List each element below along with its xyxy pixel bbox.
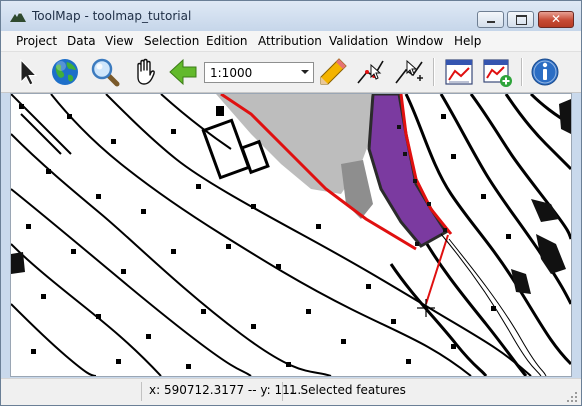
map-canvas[interactable] (10, 93, 572, 377)
modify-line-button[interactable] (393, 56, 425, 88)
contour-line (11, 303, 97, 376)
contour-line (11, 188, 252, 376)
rock-blob (511, 269, 531, 294)
menu-view[interactable]: View (105, 34, 133, 48)
menu-edition[interactable]: Edition (206, 34, 248, 48)
attribution-button[interactable] (443, 56, 475, 88)
selected-polygon (367, 94, 449, 248)
window-title: ToolMap - toolmap_tutorial (32, 9, 192, 23)
close-button[interactable]: ✕ (538, 11, 574, 28)
selection-count: 1 Selected features (289, 383, 406, 397)
resize-grip-icon[interactable] (567, 392, 578, 403)
attribution-icon (445, 59, 473, 85)
menu-validation[interactable]: Validation (329, 34, 388, 48)
rock-blob (559, 99, 571, 134)
rock-blob (11, 252, 25, 274)
minimize-button[interactable] (477, 11, 504, 28)
map-layer (11, 94, 571, 376)
edit-vertex-button[interactable] (355, 56, 387, 88)
chevron-down-icon (301, 70, 309, 74)
menu-attribution[interactable]: Attribution (258, 34, 322, 48)
previous-zoom-button[interactable] (167, 56, 199, 88)
river-line (440, 233, 542, 376)
application-window: ToolMap - toolmap_tutorial ✕ Project Dat… (0, 0, 582, 406)
scale-value: 1:1000 (210, 66, 253, 80)
add-attribution-button[interactable] (481, 56, 513, 88)
globe-icon (52, 59, 78, 85)
contour-line (160, 94, 232, 150)
scale-dropdown[interactable]: 1:1000 (204, 62, 314, 83)
relief-area (341, 160, 373, 219)
modify-line-icon (395, 59, 423, 84)
title-bar: ToolMap - toolmap_tutorial ✕ (1, 1, 581, 31)
add-attribution-icon (483, 59, 512, 87)
toolbar-separator (521, 58, 523, 86)
minimize-icon (487, 21, 495, 23)
edit-vertex-icon (357, 60, 384, 84)
contour-line (11, 133, 332, 376)
maximize-icon (516, 15, 527, 25)
maximize-button[interactable] (507, 11, 534, 28)
menu-window[interactable]: Window (396, 34, 443, 48)
menu-data[interactable]: Data (67, 34, 96, 48)
contour-line (20, 113, 62, 155)
contour-line (11, 243, 162, 376)
menu-project[interactable]: Project (16, 34, 57, 48)
status-bar: x: 590712.3177 -- y: 11... 1 Selected fe… (1, 378, 581, 405)
toolbar: 1:1000 (1, 52, 581, 93)
back-arrow-icon (169, 58, 197, 86)
select-arrow-icon (20, 58, 38, 86)
info-button[interactable] (529, 56, 561, 88)
contour-line (11, 94, 72, 155)
app-logo-icon (10, 11, 26, 22)
zoom-tool-button[interactable] (89, 56, 121, 88)
select-tool-button[interactable] (11, 56, 43, 88)
contour-line (389, 263, 488, 376)
status-separator (282, 382, 283, 401)
pan-hand-icon (137, 58, 155, 85)
rock-blob (536, 234, 566, 274)
full-extent-button[interactable] (49, 56, 81, 88)
menu-bar: Project Data View Selection Edition Attr… (1, 31, 581, 52)
status-separator (141, 382, 142, 401)
info-icon (531, 58, 559, 86)
close-icon: ✕ (550, 12, 562, 26)
coordinates-readout: x: 590712.3177 -- y: 11... (149, 383, 302, 397)
menu-selection[interactable]: Selection (144, 34, 199, 48)
menu-help[interactable]: Help (454, 34, 481, 48)
draw-tool-button[interactable] (317, 56, 349, 88)
toolbar-separator (433, 58, 435, 86)
pencil-icon (320, 58, 347, 85)
contour-line (419, 233, 528, 376)
pan-tool-button[interactable] (129, 56, 161, 88)
zoom-icon (91, 58, 120, 87)
